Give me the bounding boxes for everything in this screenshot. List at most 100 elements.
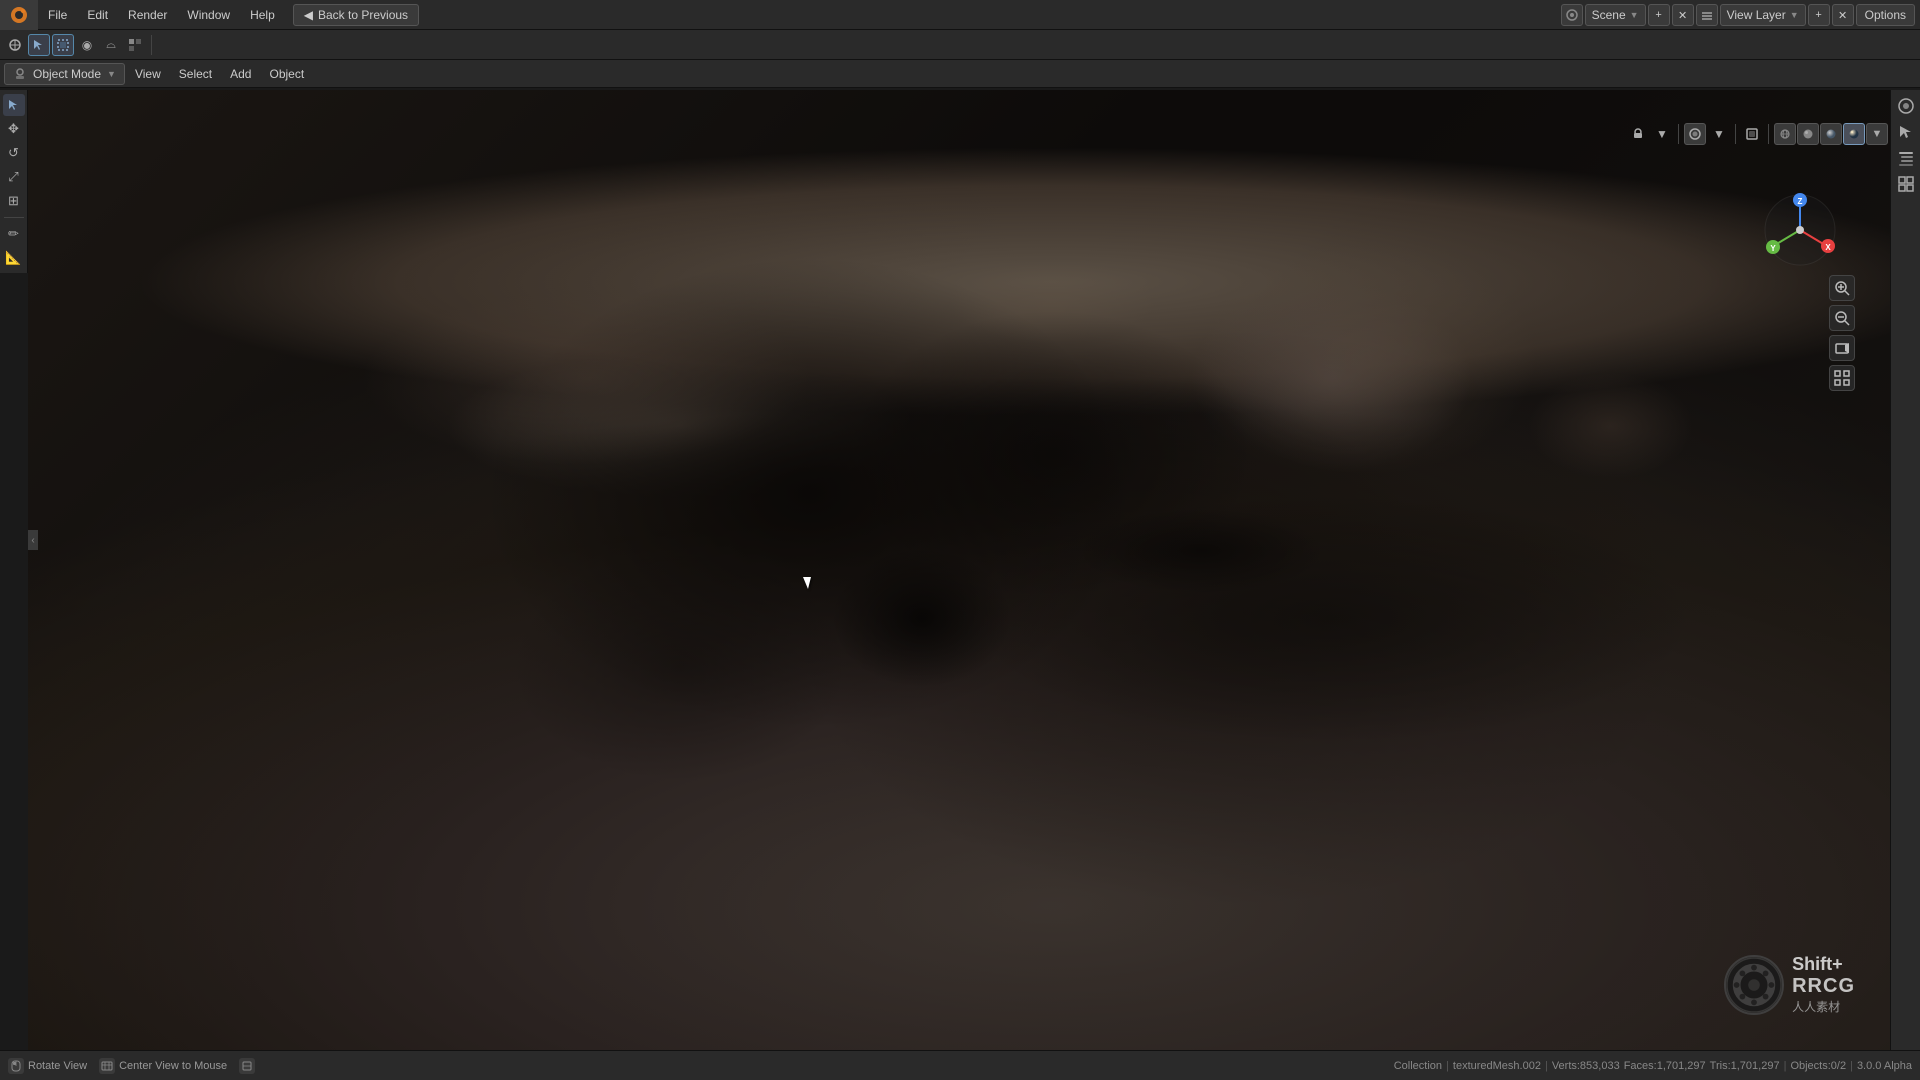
left-toolbar: ✥ ↺ ⤢ ⊞ ✏ 📐	[0, 90, 28, 273]
view-layer-remove-btn[interactable]: ✕	[1832, 4, 1854, 26]
center-view-status: Center View to Mouse	[99, 1058, 227, 1074]
version-label: 3.0.0 Alpha	[1857, 1060, 1912, 1072]
workspace-btn[interactable]	[4, 34, 26, 56]
render-menu[interactable]: Render	[118, 0, 177, 30]
left-toolbar-sep	[4, 217, 24, 218]
shading-sep	[1678, 124, 1679, 144]
back-to-previous-label: Back to Previous	[318, 8, 408, 22]
transform-tool-btn[interactable]: ⊞	[3, 190, 25, 212]
tris-count: Tris:1,701,297	[1710, 1060, 1780, 1072]
circle-select-btn[interactable]: ◉	[76, 34, 98, 56]
select-menu-item[interactable]: Select	[171, 63, 220, 85]
scene-add-btn[interactable]: +	[1648, 4, 1670, 26]
options-button[interactable]: Options	[1856, 4, 1915, 26]
zoom-in-btn[interactable]	[1829, 275, 1855, 301]
options-label: Options	[1865, 8, 1906, 22]
watermark-logo	[1724, 955, 1784, 1015]
watermark-subtitle: 人人素材	[1792, 998, 1840, 1015]
select-cursor-btn[interactable]	[28, 34, 50, 56]
add-menu-item[interactable]: Add	[222, 63, 259, 85]
help-menu[interactable]: Help	[240, 0, 285, 30]
rotate-view-status: Rotate View	[8, 1058, 87, 1074]
viewport-lock-btn[interactable]	[1627, 123, 1649, 145]
svg-text:X: X	[1825, 243, 1831, 252]
scene-selector[interactable]: Scene ▼	[1585, 4, 1646, 26]
watermark-shift-label: Shift+	[1792, 954, 1843, 975]
left-panel-toggle[interactable]: ‹	[28, 530, 38, 550]
zoom-out-btn[interactable]	[1829, 305, 1855, 331]
status-separator-1: |	[1446, 1060, 1449, 1072]
view-layer-icon-btn[interactable]	[1696, 4, 1718, 26]
action3-icon	[239, 1058, 255, 1074]
box-select-btn[interactable]	[52, 34, 74, 56]
blender-logo[interactable]	[0, 0, 38, 30]
scene-label: Scene	[1592, 8, 1626, 22]
mouse-btn-icon	[8, 1058, 24, 1074]
rock-highlights	[28, 90, 1890, 1050]
numpad-icon	[99, 1058, 115, 1074]
camera-view-btn[interactable]	[1829, 335, 1855, 361]
cursor-tool-btn[interactable]	[3, 94, 25, 116]
tweak-btn[interactable]	[124, 34, 146, 56]
action3-status	[239, 1058, 255, 1074]
back-to-previous-button[interactable]: ◀ Back to Previous	[293, 4, 419, 26]
properties-outliner-btn[interactable]	[1894, 146, 1918, 170]
properties-object-btn[interactable]	[1894, 94, 1918, 118]
collection-label: Collection	[1394, 1060, 1442, 1072]
edit-menu[interactable]: Edit	[77, 0, 118, 30]
mesh-name: texturedMesh.002	[1453, 1060, 1541, 1072]
properties-grid-btn[interactable]	[1894, 172, 1918, 196]
lasso-select-btn[interactable]: ⌓	[100, 34, 122, 56]
wireframe-shading-btn[interactable]	[1774, 123, 1796, 145]
watermark-logo-text: RRCG	[1792, 975, 1855, 998]
overlay-dropdown-btn[interactable]: ▼	[1708, 123, 1730, 145]
hide-overlay-btn[interactable]: ▼	[1651, 123, 1673, 145]
toolbar-row: ◉ ⌓ Global ▼ ▼	[0, 30, 1920, 60]
object-mode-arrow: ▼	[107, 69, 116, 79]
shading-mode-sep	[1768, 124, 1769, 144]
status-separator-3: |	[1784, 1060, 1787, 1072]
window-menu[interactable]: Window	[177, 0, 240, 30]
toolbar-sep-1	[151, 35, 152, 55]
viewport-tools	[1829, 275, 1855, 391]
object-mode-dropdown[interactable]: Object Mode ▼	[4, 63, 125, 85]
material-shading-btn[interactable]	[1820, 123, 1842, 145]
measure-tool-btn[interactable]: 📐	[3, 247, 25, 269]
shading-options-btn[interactable]: ▼	[1866, 123, 1888, 145]
rendered-shading-btn[interactable]	[1843, 123, 1865, 145]
view-layer-dropdown-icon: ▼	[1790, 10, 1799, 20]
object-mode-label: Object Mode	[33, 67, 101, 81]
svg-text:Z: Z	[1798, 197, 1803, 206]
scale-tool-btn[interactable]: ⤢	[3, 166, 25, 188]
view-layer-add-btn[interactable]: +	[1808, 4, 1830, 26]
verts-count: Verts:853,033	[1552, 1060, 1620, 1072]
rotate-tool-btn[interactable]: ↺	[3, 142, 25, 164]
properties-cursor-btn[interactable]	[1894, 120, 1918, 144]
move-tool-btn[interactable]: ✥	[3, 118, 25, 140]
scene-icon-btn[interactable]	[1561, 4, 1583, 26]
navigation-gizmo[interactable]: Z X Y	[1760, 190, 1840, 270]
view-layer-selector[interactable]: View Layer ▼	[1720, 4, 1806, 26]
top-bar-right: Scene ▼ + ✕ View Layer ▼ + ✕ Options	[1561, 0, 1920, 30]
scene-dropdown-icon: ▼	[1630, 10, 1639, 20]
faces-count: Faces:1,701,297	[1624, 1060, 1706, 1072]
overlay-toggle-btn[interactable]	[1684, 123, 1706, 145]
status-bar: Rotate View Center View to Mouse Collect…	[0, 1050, 1920, 1080]
shading-mode-group: ▼	[1774, 123, 1888, 145]
top-bar: File Edit Render Window Help ◀ Back to P…	[0, 0, 1920, 30]
viewport[interactable]: Z X Y	[28, 90, 1890, 1050]
status-separator-2: |	[1545, 1060, 1548, 1072]
watermark-text: Shift+ RRCG 人人素材	[1792, 954, 1855, 1015]
watermark: Shift+ RRCG 人人素材	[1724, 954, 1855, 1015]
xray-btn[interactable]	[1741, 123, 1763, 145]
view-menu-item[interactable]: View	[127, 63, 169, 85]
view-layer-label: View Layer	[1727, 8, 1786, 22]
scene-remove-btn[interactable]: ✕	[1672, 4, 1694, 26]
file-menu[interactable]: File	[38, 0, 77, 30]
object-menu-item[interactable]: Object	[261, 63, 312, 85]
annotate-tool-btn[interactable]: ✏	[3, 223, 25, 245]
xray-sep	[1735, 124, 1736, 144]
frame-selected-btn[interactable]	[1829, 365, 1855, 391]
solid-shading-btn[interactable]	[1797, 123, 1819, 145]
center-view-label: Center View to Mouse	[119, 1060, 227, 1072]
